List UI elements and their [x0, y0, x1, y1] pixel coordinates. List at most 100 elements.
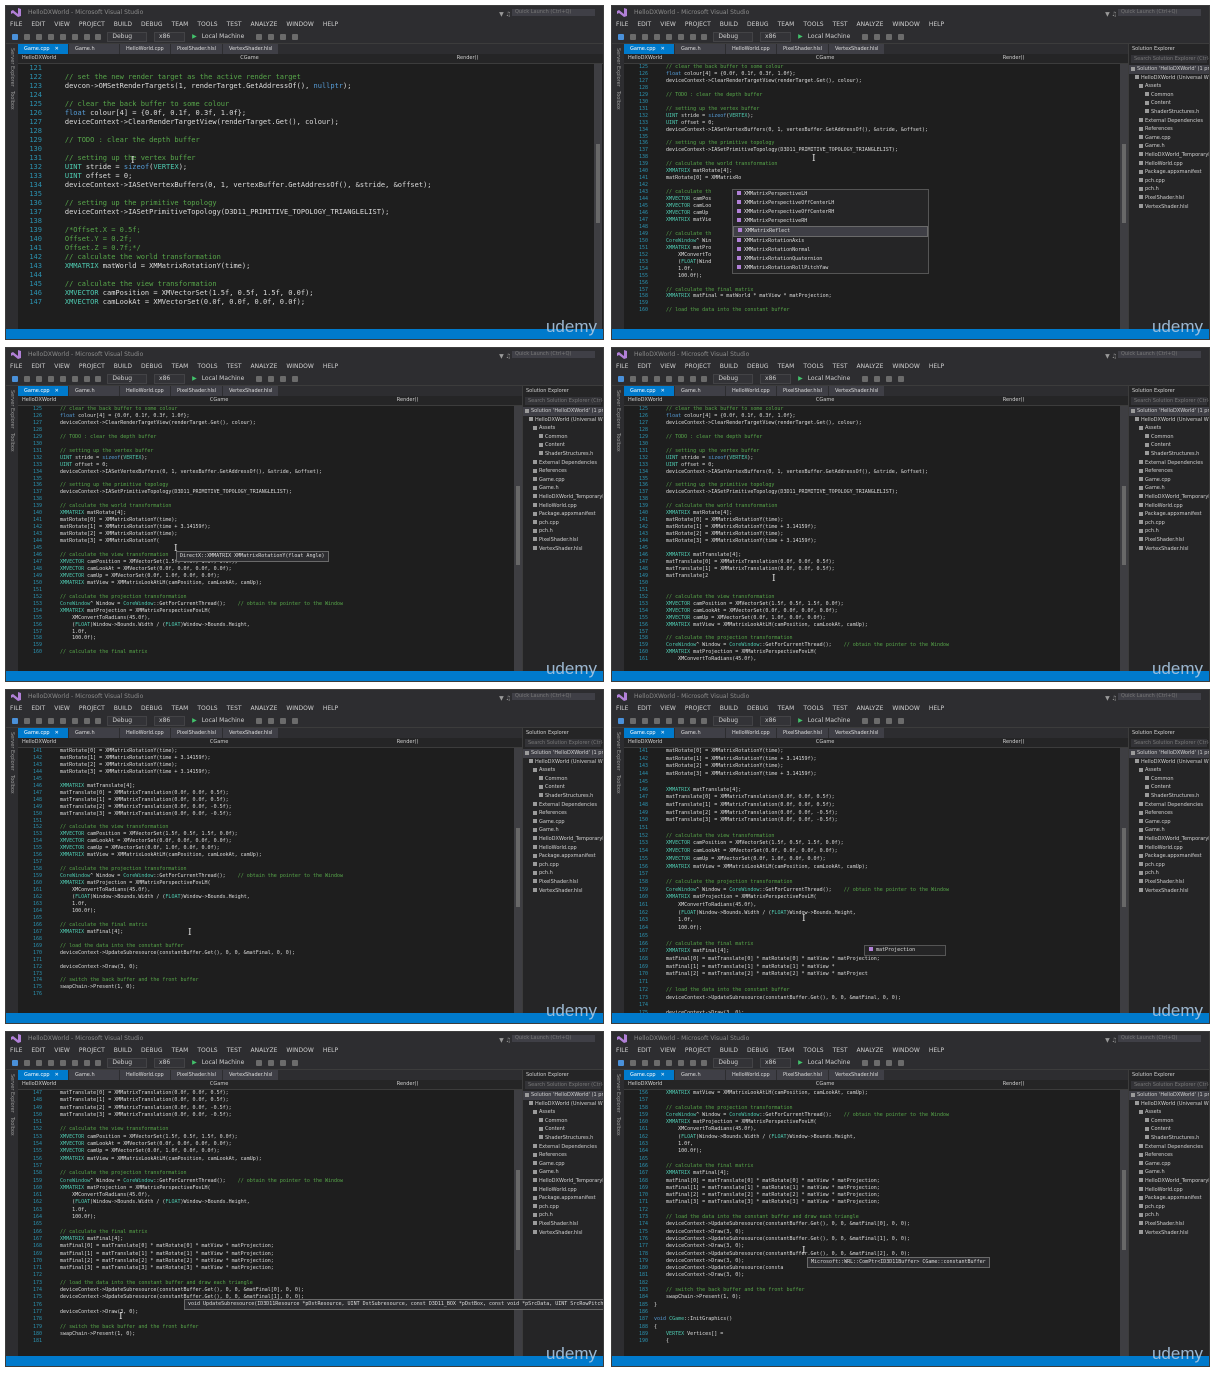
- class-dropdown[interactable]: CGame: [816, 1080, 834, 1089]
- tab-pixelshader-hlsl[interactable]: PixelShader.hlsl: [777, 386, 828, 396]
- editor-scrollbar[interactable]: [594, 64, 602, 329]
- uncomment-icon[interactable]: [280, 717, 287, 724]
- server-explorer-tab[interactable]: Server Explorer: [615, 390, 621, 429]
- menu-item-test[interactable]: TEST: [833, 1047, 848, 1054]
- menu-item-tools[interactable]: TOOLS: [803, 363, 823, 370]
- open-file-icon[interactable]: [47, 717, 54, 724]
- intellisense-item[interactable]: XMMatrixReflect: [733, 226, 928, 237]
- menu-item-build[interactable]: BUILD: [720, 1047, 738, 1054]
- solution-tree-item[interactable]: Content: [1129, 99, 1209, 108]
- tab-game-h[interactable]: Game.h: [69, 386, 119, 396]
- toolbox-tab[interactable]: Toolbox: [615, 91, 621, 110]
- save-all-icon[interactable]: [71, 375, 78, 382]
- code-editor[interactable]: matRotate[0] = XMMatrixRotationY(time); …: [654, 748, 1119, 1013]
- bookmark-icon[interactable]: [291, 1059, 298, 1066]
- solution-tree-item[interactable]: References: [1129, 467, 1209, 476]
- solution-tree-item[interactable]: Package.appxmanifest: [523, 510, 603, 519]
- undo-icon[interactable]: [689, 33, 696, 40]
- uncomment-icon[interactable]: [886, 33, 893, 40]
- window-controls[interactable]: ▼ ♫: [1105, 350, 1117, 361]
- solution-tree-item[interactable]: External Dependencies: [1129, 1143, 1209, 1152]
- intellisense-item[interactable]: XMMatrixRotationNormal: [733, 246, 928, 255]
- solution-tree-item[interactable]: pch.h: [523, 1211, 603, 1220]
- server-explorer-tab[interactable]: Server Explorer: [9, 732, 15, 771]
- solution-tree-item[interactable]: Package.appxmanifest: [523, 852, 603, 861]
- tab-pixelshader-hlsl[interactable]: PixelShader.hlsl: [171, 1070, 222, 1080]
- save-icon[interactable]: [59, 33, 66, 40]
- code-editor[interactable]: matRotate[0] = XMMatrixRotationY(time); …: [48, 748, 513, 1013]
- menu-item-view[interactable]: VIEW: [54, 363, 70, 370]
- menu-item-analyze[interactable]: ANALYZE: [857, 21, 884, 28]
- solution-tree-item[interactable]: ShaderStructures.h: [523, 792, 603, 801]
- menu-item-build[interactable]: BUILD: [720, 21, 738, 28]
- bookmark-icon[interactable]: [291, 33, 298, 40]
- platform-select[interactable]: x86: [154, 715, 186, 726]
- tab-game-h[interactable]: Game.h: [69, 1070, 119, 1080]
- solution-tree-item[interactable]: Content: [1129, 1125, 1209, 1134]
- solution-tree-item[interactable]: HelloDXWorld (Universal Windows): [523, 416, 603, 425]
- tab-game-h[interactable]: Game.h: [675, 386, 725, 396]
- solution-tree-item[interactable]: External Dependencies: [523, 1143, 603, 1152]
- solution-tree-item[interactable]: ShaderStructures.h: [1129, 108, 1209, 117]
- intellisense-item[interactable]: XMMatrixPerspectiveRH: [733, 217, 928, 226]
- intellisense-item[interactable]: XMMatrixPerspectiveOffCenterRH: [733, 208, 928, 217]
- solution-tree-item[interactable]: External Dependencies: [523, 801, 603, 810]
- solution-tree-item[interactable]: ShaderStructures.h: [1129, 1134, 1209, 1143]
- menu-item-test[interactable]: TEST: [833, 705, 848, 712]
- solution-tree-item[interactable]: Game.h: [523, 826, 603, 835]
- solution-explorer-search[interactable]: Search Solution Explorer (Ctrl+;): [1131, 55, 1209, 63]
- menu-item-file[interactable]: FILE: [616, 363, 628, 370]
- solution-tree-item[interactable]: References: [1129, 1151, 1209, 1160]
- menu-item-build[interactable]: BUILD: [114, 363, 132, 370]
- solution-tree-item[interactable]: Game.h: [523, 1168, 603, 1177]
- tab-pixelshader-hlsl[interactable]: PixelShader.hlsl: [777, 728, 828, 738]
- code-editor[interactable]: // clear the back buffer to some colour …: [654, 406, 1119, 671]
- platform-select[interactable]: x86: [154, 373, 186, 384]
- solution-tree-item[interactable]: HelloWorld.cpp: [523, 502, 603, 511]
- menu-item-tools[interactable]: TOOLS: [803, 21, 823, 28]
- close-tab-icon[interactable]: ✕: [55, 1072, 59, 1078]
- menu-item-view[interactable]: VIEW: [660, 1047, 676, 1054]
- uncomment-icon[interactable]: [280, 33, 287, 40]
- menu-item-team[interactable]: TEAM: [172, 1047, 189, 1054]
- menu-item-analyze[interactable]: ANALYZE: [857, 1047, 884, 1054]
- menu-item-debug[interactable]: DEBUG: [141, 705, 163, 712]
- bookmark-icon[interactable]: [291, 717, 298, 724]
- solution-tree-item[interactable]: References: [1129, 809, 1209, 818]
- solution-explorer-search[interactable]: Search Solution Explorer (Ctrl+;): [525, 1081, 603, 1089]
- project-dropdown[interactable]: HelloDXWorld: [22, 54, 56, 63]
- menu-item-project[interactable]: PROJECT: [685, 363, 711, 370]
- tab-game-h[interactable]: Game.h: [675, 44, 725, 54]
- undo-icon[interactable]: [689, 717, 696, 724]
- comment-icon[interactable]: [268, 33, 275, 40]
- menu-item-team[interactable]: TEAM: [172, 21, 189, 28]
- solution-tree-item[interactable]: pch.cpp: [1129, 177, 1209, 186]
- intellisense-list[interactable]: XMMatrixPerspectiveLH XMMatrixPerspective…: [732, 189, 929, 274]
- save-icon[interactable]: [59, 1059, 66, 1066]
- start-debugging-icon[interactable]: ▶: [798, 375, 803, 382]
- tab-vertexshader-hlsl[interactable]: VertexShader.hlsl: [828, 728, 885, 738]
- attach-icon[interactable]: [256, 1059, 263, 1066]
- solution-tree-item[interactable]: External Dependencies: [1129, 801, 1209, 810]
- platform-select[interactable]: x86: [760, 715, 792, 726]
- solution-tree-item[interactable]: HelloDXWorld_TemporaryKey.pfx: [523, 1177, 603, 1186]
- solution-tree-item[interactable]: ShaderStructures.h: [1129, 792, 1209, 801]
- save-icon[interactable]: [59, 375, 66, 382]
- quick-launch-input[interactable]: Quick Launch (Ctrl+Q): [512, 9, 595, 16]
- project-dropdown[interactable]: HelloDXWorld: [628, 738, 662, 747]
- solution-tree-item[interactable]: Package.appxmanifest: [1129, 1194, 1209, 1203]
- run-target-label[interactable]: Local Machine: [202, 1059, 245, 1066]
- solution-tree-item[interactable]: Common: [523, 433, 603, 442]
- menu-item-test[interactable]: TEST: [227, 705, 242, 712]
- tab-pixelshader-hlsl[interactable]: PixelShader.hlsl: [777, 44, 828, 54]
- quick-launch-input[interactable]: Quick Launch (Ctrl+Q): [512, 693, 595, 700]
- tab-game-h[interactable]: Game.h: [675, 1070, 725, 1080]
- run-target-label[interactable]: Local Machine: [202, 717, 245, 724]
- server-explorer-tab[interactable]: Server Explorer: [615, 732, 621, 771]
- tab-game-h[interactable]: Game.h: [675, 728, 725, 738]
- solution-tree-item[interactable]: Assets: [1129, 1108, 1209, 1117]
- menu-item-analyze[interactable]: ANALYZE: [251, 21, 278, 28]
- solution-tree-item[interactable]: VertexShader.hlsl: [1129, 203, 1209, 212]
- tab-pixelshader-hlsl[interactable]: PixelShader.hlsl: [777, 1070, 828, 1080]
- solution-tree-item[interactable]: pch.h: [523, 527, 603, 536]
